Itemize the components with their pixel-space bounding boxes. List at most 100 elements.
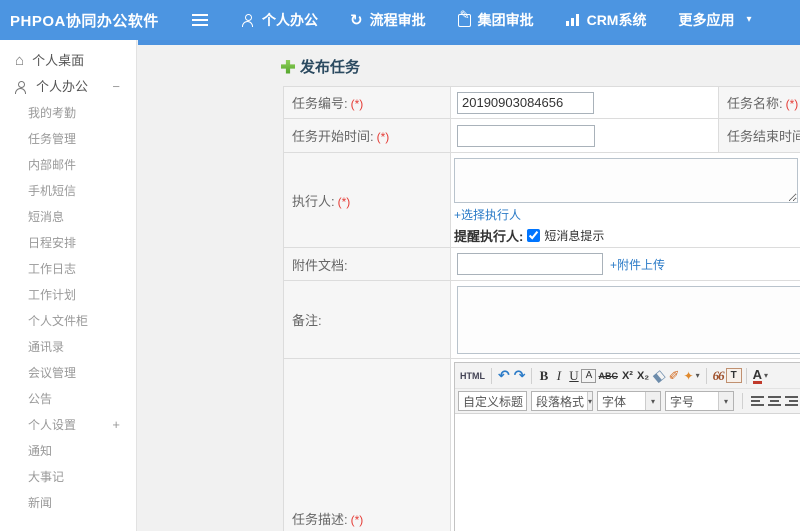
expand-plus-icon[interactable]: + [112,412,120,438]
sidebar-item-sms[interactable]: 手机短信 [0,178,136,204]
required-mark: (*) [337,194,351,209]
flow-refresh-icon [350,12,363,28]
blockquote-icon[interactable]: 66 [711,366,726,386]
sidebar-item-desktop[interactable]: 个人桌面 [0,48,136,74]
sms-remind-checkbox[interactable] [527,229,541,242]
task-name-label: 任务名称: (*) [718,86,800,119]
font-size-select[interactable]: 字号 ▾ [665,391,734,411]
add-icon [281,59,295,74]
bar-chart-icon [565,14,580,26]
editor-toolbar-bottom: 自定义标题▾ 段落格式▾ 字体▾ 字号▾ [455,389,800,414]
sidebar-item-contacts[interactable]: 通讯录 [0,334,136,360]
custom-heading-select[interactable]: 自定义标题▾ [458,391,527,411]
nav-crm-system[interactable]: CRM系统 [565,10,647,30]
table-row: 任务描述: (*) HTML ↶ ↷ B I U A ABC X² X₂ ◧ ✐… [283,358,800,531]
required-mark: (*) [350,97,364,111]
nav-label: 更多应用 [678,12,735,28]
sidebar-item-label: 个人桌面 [32,53,85,68]
nav-label: 个人办公 [262,12,318,28]
edit-square-icon [457,8,471,27]
nav-label: 流程审批 [369,12,426,28]
toolbar-separator [742,393,743,409]
align-right-icon[interactable] [785,396,798,406]
attachment-label: 附件文档: [283,247,451,281]
font-color-icon[interactable]: A ▾ [751,366,770,386]
sidebar-item-schedule[interactable]: 日程安排 [0,230,136,256]
sidebar-item-my-attendance[interactable]: 我的考勤 [0,100,136,126]
home-icon [15,48,24,74]
required-mark: (*) [350,513,364,527]
app-logo[interactable]: PHPOA协同办公软件 [10,10,182,31]
upload-attachment-link[interactable]: +附件上传 [610,256,665,273]
redo-icon[interactable]: ↷ [512,366,528,386]
required-mark: (*) [376,130,390,144]
executor-textarea[interactable] [454,158,798,203]
editor-content-area[interactable] [455,414,800,531]
start-time-input[interactable] [457,124,595,147]
caret-down-icon: ▾ [764,371,769,380]
page-title: 发布任务 [300,59,361,76]
underline-icon[interactable]: U [566,366,581,386]
top-nav: 个人办公 流程审批 集团审批 CRM系统 更多应用 ▾ [242,8,752,30]
task-number-label: 任务编号: (*) [283,86,451,119]
sidebar-item-personal-office[interactable]: 个人办公 − [0,74,136,100]
sidebar-item-announcement[interactable]: 公告 [0,386,136,412]
paste-from-word-icon[interactable]: T [725,368,742,383]
attachment-input[interactable] [457,253,603,275]
toolbar-separator [745,367,747,384]
superscript-icon[interactable]: X² [620,366,635,386]
user-icon [15,80,28,94]
boxed-a-icon[interactable]: A [581,368,597,383]
sidebar-item-personal-settings[interactable]: 个人设置 + [0,412,136,438]
undo-icon[interactable]: ↶ [496,366,512,386]
bold-icon[interactable]: B [536,366,551,386]
task-number-input[interactable] [457,91,594,114]
sidebar-item-label: 个人办公 [36,79,89,94]
sidebar-item-work-plan[interactable]: 工作计划 [0,282,136,308]
required-mark: (*) [785,97,799,111]
page-title-row: 发布任务 [281,56,800,77]
sidebar: 个人桌面 个人办公 − 我的考勤 任务管理 内部邮件 手机短信 短消息 日程安排… [0,40,137,531]
italic-icon[interactable]: I [551,366,566,386]
align-left-icon[interactable] [751,396,764,406]
content-top-border [138,40,800,45]
sidebar-item-work-log[interactable]: 工作日志 [0,256,136,282]
table-row: 执行人: (*) +选择执行人 提醒执行人: 短消息提示 [283,152,800,248]
table-row: 任务编号:(*) 任务名称:(*) [283,86,800,119]
font-family-select[interactable]: 字体 ▾ [597,391,661,411]
sidebar-item-task-management[interactable]: 任务管理 [0,126,136,152]
strikethrough-icon[interactable]: ABC [596,366,620,386]
menu-toggle-icon[interactable] [192,14,208,26]
sidebar-item-news[interactable]: 新闻 [0,490,136,516]
align-center-icon[interactable] [768,396,781,406]
top-header: PHPOA协同办公软件 个人办公 流程审批 集团审批 CRM系统 更多应用 ▾ [0,0,800,40]
caret-down-icon: ▾ [587,392,592,410]
caret-down-icon: ▾ [526,392,527,410]
end-time-label: 任务结束时间:(*) [718,118,800,153]
sidebar-item-memorabilia[interactable]: 大事记 [0,464,136,490]
sidebar-item-notice[interactable]: 通知 [0,438,136,464]
start-time-label: 任务开始时间: (*) [283,118,451,153]
toolbar-separator [531,367,533,384]
nav-label: 集团审批 [477,12,534,28]
paragraph-format-select[interactable]: 段落格式 ▾ [531,391,593,411]
collapse-minus-icon[interactable]: − [112,74,120,100]
magic-wand-icon[interactable]: ✦ ▾ [682,366,702,386]
remark-textarea[interactable] [457,285,800,354]
sidebar-item-short-message[interactable]: 短消息 [0,204,136,230]
nav-more-apps[interactable]: 更多应用 ▾ [678,10,751,30]
html-source-button[interactable]: HTML [458,366,487,386]
sidebar-item-personal-files[interactable]: 个人文件柜 [0,308,136,334]
sidebar-item-meeting-management[interactable]: 会议管理 [0,360,136,386]
nav-label: CRM系统 [586,12,647,28]
select-executor-link[interactable]: +选择执行人 [454,208,521,222]
nav-group-approval[interactable]: 集团审批 [457,8,534,30]
remark-label: 备注: [283,280,451,359]
sidebar-item-internal-mail[interactable]: 内部邮件 [0,152,136,178]
caret-down-icon: ▾ [645,392,660,410]
nav-workflow-approval[interactable]: 流程审批 [350,10,426,30]
nav-personal-office[interactable]: 个人办公 [242,10,318,30]
caret-down-icon: ▾ [746,14,752,25]
user-icon [242,13,255,27]
caret-down-icon: ▾ [718,392,733,410]
